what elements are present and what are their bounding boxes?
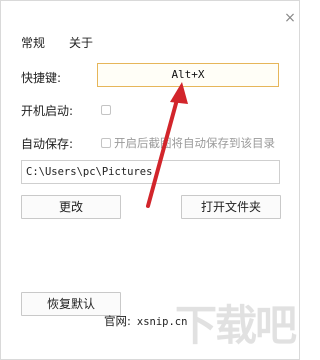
tab-general[interactable]: 常规 [21,34,45,51]
autosave-checkbox[interactable] [101,138,111,148]
autosave-label: 自动保存: [21,137,74,151]
open-folder-button[interactable]: 打开文件夹 [181,195,281,219]
startup-checkbox[interactable] [101,105,111,115]
hotkey-input[interactable]: Alt+X [97,63,279,87]
watermark-logo: 下载吧 [175,301,297,350]
tab-about[interactable]: 关于 [69,34,93,51]
change-button[interactable]: 更改 [21,195,121,219]
close-icon[interactable]: × [283,11,297,25]
startup-label: 开机启动: [21,104,74,118]
site-label: 官网: [104,314,131,328]
save-path-input[interactable]: C:\Users\pc\Pictures [21,160,280,184]
autosave-option-text: 开启后截图将自动保存到该目录 [114,136,275,150]
hotkey-label: 快捷键: [21,71,62,85]
